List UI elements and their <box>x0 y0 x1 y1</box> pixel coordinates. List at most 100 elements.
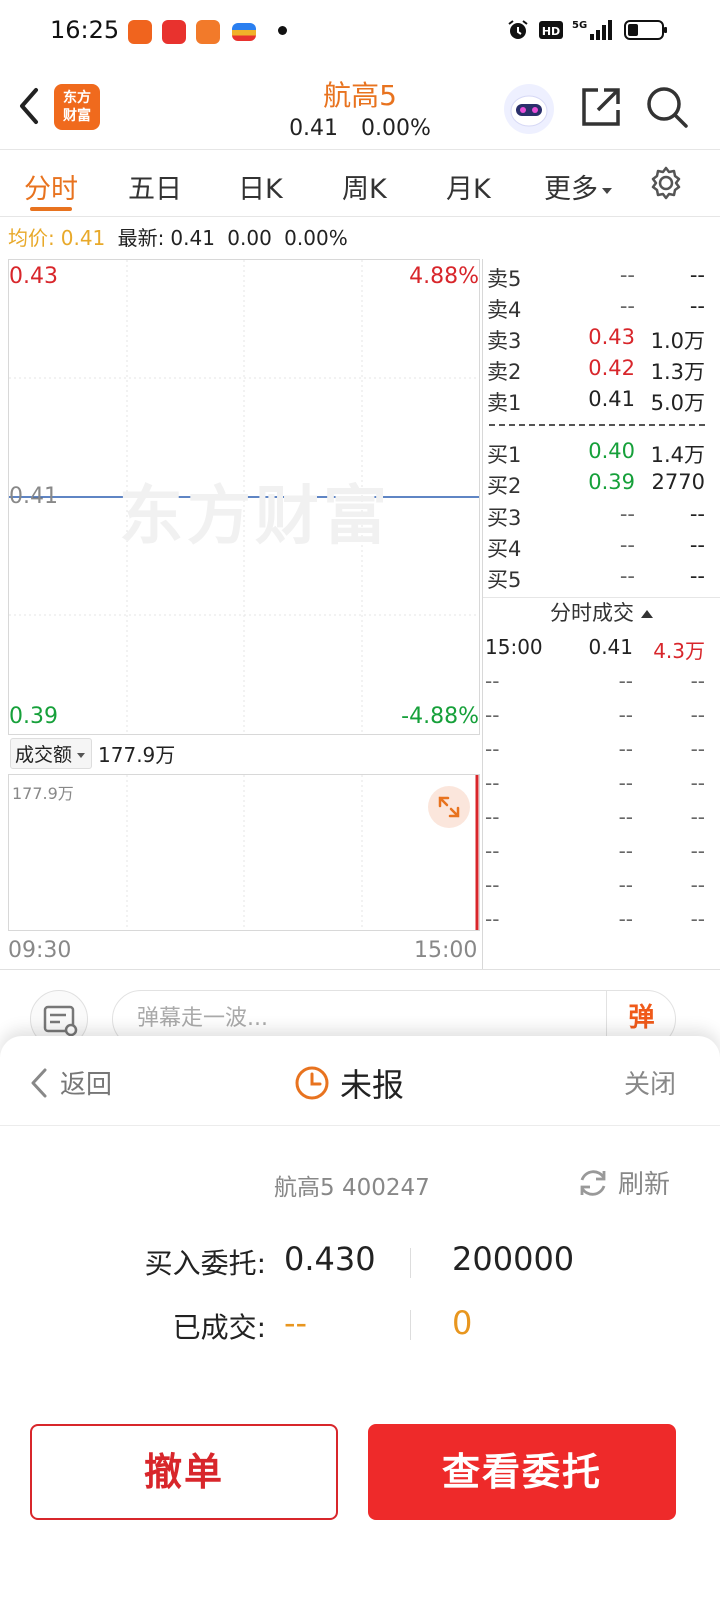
tab-weekly-k[interactable]: 周K <box>342 167 387 206</box>
5g-signal-icon: 5G <box>572 20 612 40</box>
tick-row: -- -- -- <box>483 873 705 905</box>
order-status-text: 未报 <box>340 1066 405 1104</box>
share-icon[interactable] <box>578 84 624 130</box>
stock-header: 东方 财富 航高5 0.41 0.00% <box>0 64 720 150</box>
expand-chart-button[interactable] <box>428 786 470 828</box>
bid-price: -- <box>619 502 635 526</box>
back-label: 返回 <box>60 1070 113 1100</box>
volume-chart-svg <box>126 775 479 930</box>
value-separator <box>410 1310 411 1340</box>
tick-row: 15:00 0.41 4.3万 <box>483 635 705 667</box>
settings-gear-icon[interactable] <box>648 165 684 201</box>
tick-price: 0.41 <box>588 635 633 659</box>
panel-close-button[interactable]: 关闭 <box>624 1064 676 1101</box>
assistant-robot-icon[interactable] <box>504 84 554 134</box>
status-bar: 16:25 HD 5G <box>0 0 720 64</box>
clock-icon <box>295 1066 329 1100</box>
avg-price-value: 0.41 <box>60 226 106 250</box>
tab-intraday[interactable]: 分时 <box>24 167 78 206</box>
bid-row: 买3 -- -- <box>483 502 705 532</box>
tick-volume: -- <box>690 703 705 727</box>
tab-five-day[interactable]: 五日 <box>128 167 182 206</box>
time-start-label: 09:30 <box>8 938 72 963</box>
bid-volume: 1.4万 <box>650 443 705 467</box>
view-orders-button[interactable]: 查看委托 <box>368 1424 676 1520</box>
bid-label: 买1 <box>487 443 522 467</box>
tick-time: -- <box>485 873 500 897</box>
ask-label: 卖3 <box>487 329 522 353</box>
filled-quantity: 0 <box>452 1304 473 1342</box>
bid-row: 买5 -- -- <box>483 564 705 594</box>
bid-price: 0.40 <box>588 439 635 463</box>
tab-daily-k[interactable]: 日K <box>238 167 283 206</box>
tick-price: -- <box>618 737 633 761</box>
volume-indicator-select[interactable]: 成交额 <box>10 737 93 769</box>
avg-price-label: 均价: <box>8 226 55 250</box>
tick-row: -- -- -- <box>483 669 705 701</box>
ask-label: 卖1 <box>487 391 522 415</box>
latest-change-pct: 0.00% <box>284 226 348 250</box>
ask-label: 卖5 <box>487 267 522 291</box>
expand-icon <box>438 796 460 818</box>
ask-row: 卖5 -- -- <box>483 263 705 293</box>
order-book: 卖5 -- -- 卖4 -- -- 卖3 0.43 1.0万 卖2 0.42 1.3万 卖1 0.… <box>482 259 720 969</box>
cancel-order-button[interactable]: 撤单 <box>30 1424 338 1520</box>
ask-price: 0.41 <box>588 387 635 411</box>
volume-header: 成交额 177.9万 <box>10 737 176 769</box>
panel-back-button[interactable]: 返回 <box>30 1064 112 1101</box>
tick-volume: -- <box>690 873 705 897</box>
tick-price: -- <box>618 907 633 931</box>
tab-more[interactable]: 更多 <box>544 167 614 206</box>
intraday-price-chart[interactable]: 东方财富 0.43 4.88% 0.41 0.39 -4.88% <box>8 259 480 735</box>
ask-volume: 5.0万 <box>650 391 705 415</box>
bid-label: 买2 <box>487 474 522 498</box>
tick-price: -- <box>618 839 633 863</box>
buy-order-price: 0.430 <box>284 1240 376 1278</box>
volume-chart[interactable]: 177.9万 <box>8 774 480 931</box>
panel-header: 返回 未报 关闭 <box>0 1036 720 1126</box>
refresh-icon <box>580 1169 606 1196</box>
tick-volume: -- <box>690 737 705 761</box>
triangle-up-icon <box>641 610 653 618</box>
ticks-title[interactable]: 分时成交 <box>483 597 720 627</box>
bid-row: 买4 -- -- <box>483 533 705 563</box>
tick-volume: -- <box>690 907 705 931</box>
ask-price: 0.42 <box>588 356 635 380</box>
tick-price: -- <box>618 771 633 795</box>
filled-label: 已成交: <box>172 1311 266 1344</box>
bid-label: 买4 <box>487 537 522 561</box>
svg-text:5G: 5G <box>572 20 587 31</box>
bid-volume: -- <box>689 502 705 526</box>
ask-volume: -- <box>689 263 705 287</box>
tick-volume: -- <box>690 669 705 693</box>
bid-volume: -- <box>689 533 705 557</box>
watermark: 东方财富 <box>119 480 391 554</box>
bid-label: 买5 <box>487 568 522 592</box>
search-icon[interactable] <box>644 84 690 130</box>
pct-high-label: 4.88% <box>409 264 479 289</box>
app-notification-icon <box>232 23 256 41</box>
ask-price: 0.43 <box>588 325 635 349</box>
order-stock-info: 航高5 400247 <box>274 1175 430 1201</box>
price-mid-label: 0.41 <box>9 484 58 509</box>
tick-time: 15:00 <box>485 635 543 659</box>
alarm-icon <box>508 20 528 39</box>
tab-monthly-k[interactable]: 月K <box>446 167 491 206</box>
tick-volume: -- <box>690 839 705 863</box>
refresh-button[interactable]: 刷新 <box>576 1164 670 1201</box>
ask-label: 卖4 <box>487 298 522 322</box>
chevron-left-icon <box>31 1068 47 1097</box>
book-divider <box>489 424 705 426</box>
bid-row: 买1 0.40 1.4万 <box>483 439 705 469</box>
buy-order-quantity: 200000 <box>452 1240 575 1278</box>
volume-indicator-label: 成交额 <box>15 743 73 766</box>
buy-order-label: 买入委托: <box>144 1247 266 1280</box>
value-separator <box>410 1248 411 1278</box>
app-notification-icon <box>128 20 152 44</box>
refresh-label: 刷新 <box>618 1170 671 1200</box>
order-status: 未报 <box>294 1060 404 1106</box>
bid-price: -- <box>619 564 635 588</box>
volume-value: 177.9万 <box>98 742 176 767</box>
order-status-panel: 返回 未报 关闭 航高5 400247 刷新 买入委托: 0.430 20000… <box>0 1036 720 1600</box>
tick-row: -- -- -- <box>483 703 705 735</box>
